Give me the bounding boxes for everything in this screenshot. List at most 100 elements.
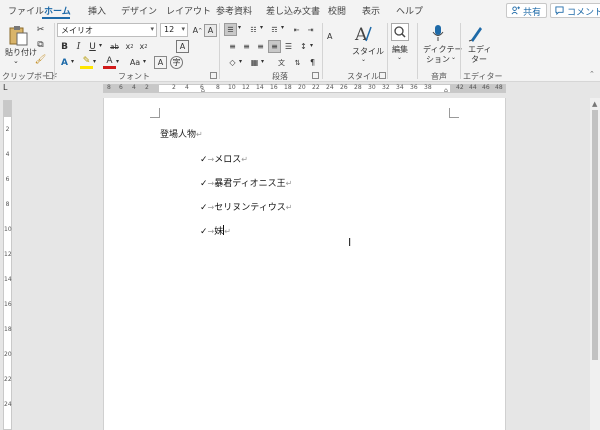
tab-references[interactable]: 参考資料 [216,4,252,17]
styles-label[interactable]: スタイル [352,46,384,57]
chevron-down-icon[interactable]: ▾ [261,58,264,65]
styles-launcher-icon[interactable] [379,72,386,79]
scrollbar-thumb[interactable] [592,110,598,360]
group-divider [322,23,323,79]
numbering-icon[interactable]: ☷ [247,23,260,36]
scroll-up-icon[interactable]: ▲ [592,100,597,108]
font-color-icon[interactable]: A [103,56,116,69]
document-heading[interactable]: 登場人物↵ [160,127,203,140]
list-item[interactable]: ✓→セリヌンティウス↵ [200,200,292,213]
tab-layout[interactable]: レイアウト [166,4,211,17]
bold-icon[interactable]: B [58,40,71,53]
multilevel-list-icon[interactable]: ☶ [268,23,281,36]
highlight-icon[interactable]: ✎ [80,56,93,69]
ruler-number: 12 [242,84,250,91]
superscript-icon[interactable]: x2 [137,40,150,53]
tab-file[interactable]: ファイル [8,4,44,17]
chevron-down-icon[interactable]: ▾ [99,42,102,49]
font-size-combo[interactable]: 12 ▾ [160,23,188,37]
paragraph-launcher-icon[interactable] [312,72,319,79]
tab-help[interactable]: ヘルプ [396,4,423,17]
show-formatting-marks-icon[interactable]: ¶ [306,56,319,69]
format-painter-icon[interactable]: 🖌 [34,53,47,66]
vertical-ruler[interactable]: 2 4 6 8 10 12 14 16 18 20 22 24 [3,100,12,430]
font-launcher-icon[interactable] [210,72,217,79]
bullets-icon[interactable]: ☰ [224,23,237,36]
chevron-down-icon[interactable]: ⌄ [361,56,366,63]
borders-icon[interactable]: ▦ [248,56,261,69]
increase-indent-icon[interactable]: ⇥ [304,23,317,36]
chevron-down-icon[interactable]: ▾ [260,24,263,31]
ruler-number: 16 [4,301,12,308]
asian-layout-icon[interactable]: 文 [275,56,288,69]
strikethrough-icon[interactable]: ab [108,40,121,53]
chevron-down-icon[interactable]: ▾ [93,58,96,65]
subscript-icon[interactable]: x2 [123,40,136,53]
paste-dropdown-icon[interactable]: ⌄ [13,57,19,65]
chevron-down-icon[interactable]: ⌄ [397,54,402,61]
copy-icon[interactable]: ⧉ [34,38,47,51]
search-icon[interactable] [391,23,409,41]
styles-icon[interactable]: A [354,24,372,44]
ruler-number: 24 [326,84,334,91]
share-label: 共有 [523,8,542,18]
collapse-ribbon-icon[interactable]: ⌃ [589,70,595,78]
distributed-icon[interactable]: ☰ [282,40,295,53]
character-shading-icon[interactable]: A [154,56,167,69]
list-item[interactable]: ✓→メロス↵ [200,152,248,165]
cut-icon[interactable]: ✂ [34,23,47,36]
horizontal-ruler[interactable]: 8 6 4 2 2 4 6 8 10 12 14 16 18 20 22 24 … [103,84,506,94]
character-border-icon[interactable]: A [176,40,189,53]
italic-icon[interactable]: I [72,40,85,53]
tab-selector-icon[interactable]: L [3,84,11,92]
ruler-number: 24 [4,401,12,408]
decrease-indent-icon[interactable]: ⇤ [290,23,303,36]
chevron-down-icon[interactable]: ▾ [143,58,146,65]
comments-button[interactable]: コメント [550,3,600,18]
paragraph-mark: ↵ [196,130,203,139]
chevron-down-icon[interactable]: ▾ [71,58,74,65]
vertical-scrollbar[interactable]: ▲ [590,98,600,430]
list-item[interactable]: ✓→妹↵ [200,224,231,237]
tab-view[interactable]: 表示 [362,4,380,17]
ruler-number: 14 [4,276,12,283]
paste-label[interactable]: 貼り付け [5,47,37,58]
change-case-icon[interactable]: Aa [126,56,144,69]
list-item[interactable]: ✓→暴君ディオニス王↵ [200,176,292,189]
underline-icon[interactable]: U [86,40,99,53]
text-effects-icon[interactable]: A [58,56,71,69]
chevron-down-icon[interactable]: ▾ [238,24,241,31]
paste-icon[interactable] [8,24,28,46]
chevron-down-icon[interactable]: ▾ [116,58,119,65]
chevron-down-icon[interactable]: ⌄ [451,54,456,61]
clipboard-launcher-icon[interactable] [46,72,53,79]
dictate-label-line2[interactable]: ション [426,54,450,65]
line-spacing-icon[interactable]: ↕ [297,40,310,53]
document-page[interactable]: 登場人物↵ ✓→メロス↵ ✓→暴君ディオニス王↵ ✓→セリヌンティウス↵ ✓→妹… [103,98,506,430]
chevron-down-icon[interactable]: ▾ [281,24,284,31]
editor-icon[interactable] [468,24,484,42]
right-indent-marker-icon[interactable]: ⌂ [444,87,448,94]
shading-icon[interactable]: ◇ [226,56,239,69]
microphone-icon[interactable] [431,24,445,42]
align-left-icon[interactable]: ≡ [226,40,239,53]
styles-small-icon[interactable]: A [327,32,332,41]
grow-font-icon[interactable]: A ^ [191,24,204,37]
editor-label-line2[interactable]: ター [471,54,487,65]
enclose-characters-icon[interactable]: 字 [170,56,183,69]
font-name-combo[interactable]: メイリオ ▾ [57,23,157,37]
sort-icon[interactable]: ⇅ [291,56,304,69]
tab-review[interactable]: 校閲 [328,4,346,17]
share-button[interactable]: 共有 [506,3,548,18]
chevron-down-icon[interactable]: ▾ [310,42,313,49]
chevron-down-icon[interactable]: ▾ [239,58,242,65]
tab-home[interactable]: ホーム [44,4,71,17]
tab-design[interactable]: デザイン [121,4,157,17]
align-center-icon[interactable]: ≡ [240,40,253,53]
tab-insert[interactable]: 挿入 [88,4,106,17]
justify-icon[interactable]: ≡ [268,40,281,53]
align-right-icon[interactable]: ≡ [254,40,267,53]
clear-formatting-icon[interactable]: A [204,24,217,37]
indent-marker-icon[interactable]: ⌂ [201,87,205,94]
tab-mailings[interactable]: 差し込み文書 [266,4,320,17]
